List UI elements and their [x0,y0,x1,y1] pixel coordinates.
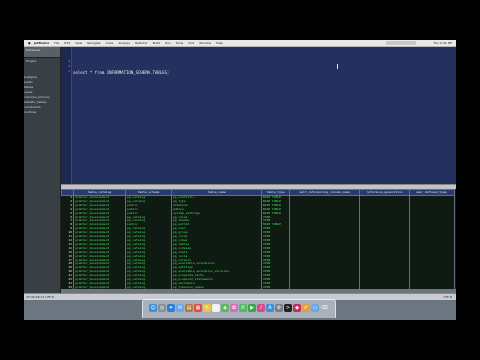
line-gutter: 1 2 3 [61,47,72,184]
table-row[interactable]: 24 grakter_development pg_catalog pg_timezo… [61,285,455,289]
table-cell[interactable] [359,285,410,289]
table-cell[interactable] [289,285,360,289]
menu-item-app[interactable]: JetBrains [34,41,49,45]
terminal-icon[interactable]: > [284,304,292,312]
status-encoding[interactable]: UTF-8 [443,294,452,300]
calendar-icon[interactable]: ▦ [194,304,202,312]
table-cell[interactable]: pg_timezone_names [171,285,262,289]
trash-icon[interactable]: ⌫ [320,304,328,312]
menu-item-file[interactable]: File [54,41,59,45]
menu-item-window[interactable]: Window [199,41,211,45]
menu-item-vcs[interactable]: VCS [188,41,194,45]
messages-icon[interactable]: ✆ [239,304,247,312]
menu-item-analyze[interactable]: Analyze [118,41,130,45]
menu-clock[interactable]: Thu 9:41 PM [433,40,452,46]
results-grid[interactable]: table_catalog table_schema table_name table… [61,189,456,289]
database-sidebar: Database Project postgres public tables … [24,47,61,293]
row-number: 24 [61,285,74,289]
results-table: table_catalog table_schema table_name table… [61,189,455,289]
safari-icon[interactable]: ✦ [167,304,175,312]
menu-item-build[interactable]: Build [153,41,161,45]
preferences-icon[interactable]: ⚙ [275,304,283,312]
reminders-icon[interactable]: ☑ [212,304,220,312]
notes-icon[interactable]: ✎ [203,304,211,312]
sidebar-tabs: Database [24,47,60,58]
table-cell[interactable]: VIEW [261,285,290,289]
tree-item[interactable]: routines [24,110,60,115]
ide-icon[interactable]: ◆ [293,304,301,312]
line-number: 3 [68,69,70,73]
contacts-icon[interactable]: ▤ [185,304,193,312]
menu-items: JetBrains File Edit View Navigate Code A… [34,40,227,46]
maps-icon[interactable]: ◈ [221,304,229,312]
menu-item-edit[interactable]: Edit [64,41,70,45]
launchpad-icon[interactable]: ◎ [158,304,166,312]
status-left: 15:39:28 13 UTF-8 [26,295,54,299]
menu-item-refactor[interactable]: Refactor [135,41,148,45]
menu-item-run[interactable]: Run [165,41,171,45]
apple-icon[interactable]: ● [28,40,31,46]
menu-item-help[interactable]: Help [216,41,223,45]
tab-project[interactable]: Project [24,58,60,64]
tab-database[interactable]: Database [24,47,60,53]
table-cell[interactable] [409,285,455,289]
dock-icons: ☺ ◎ ✦ ✉ ▤ ▦ ✎ ☑ ◈ ✿ ✆ ▶ ♪ A ⚙ > ◆ ✐ ▭ ⌫ [149,304,328,312]
menu-item-code[interactable]: Code [106,41,114,45]
appstore-icon[interactable]: A [266,304,274,312]
mail-icon[interactable]: ✉ [176,304,184,312]
folder-icon[interactable]: ▭ [311,304,319,312]
facetime-icon[interactable]: ▶ [248,304,256,312]
dock: ☺ ◎ ✦ ✉ ▤ ▦ ✎ ☑ ◈ ✿ ✆ ▶ ♪ A ⚙ > ◆ ✐ ▭ ⌫ [142,299,336,318]
sql-query-text[interactable]: select * from INFORMATION_SCHEMA.TABLES; [73,70,169,75]
text-cursor [337,64,338,69]
results-body: 1 grakter_development pg_catalog pg_statist… [61,195,455,289]
notes2-icon[interactable]: ✐ [302,304,310,312]
column-header[interactable]: reference_generation [359,189,410,196]
table-cell[interactable]: pg_catalog [125,285,172,289]
menu-item-tools[interactable]: Tools [176,41,183,45]
photos-icon[interactable]: ✿ [230,304,238,312]
itunes-icon[interactable]: ♪ [257,304,265,312]
desktop-screen: ● JetBrains File Edit View Navigate Code… [24,40,456,320]
column-header[interactable]: user_defined_type_ [409,189,455,196]
column-header[interactable]: self_referencing_column_name [289,189,360,196]
finder-icon[interactable]: ☺ [149,304,157,312]
menu-item-navigate[interactable]: Navigate [87,41,100,45]
menu-item-view[interactable]: View [75,41,82,45]
schema-tree: postgres public tables views columns_pri… [24,75,60,115]
table-cell[interactable]: grakter_development [73,285,126,289]
sql-editor[interactable]: 1 2 3 select * from INFORMATION_SCHEMA.T… [61,47,456,184]
status-icons [386,41,416,45]
menu-bar: ● JetBrains File Edit View Navigate Code… [24,40,456,47]
